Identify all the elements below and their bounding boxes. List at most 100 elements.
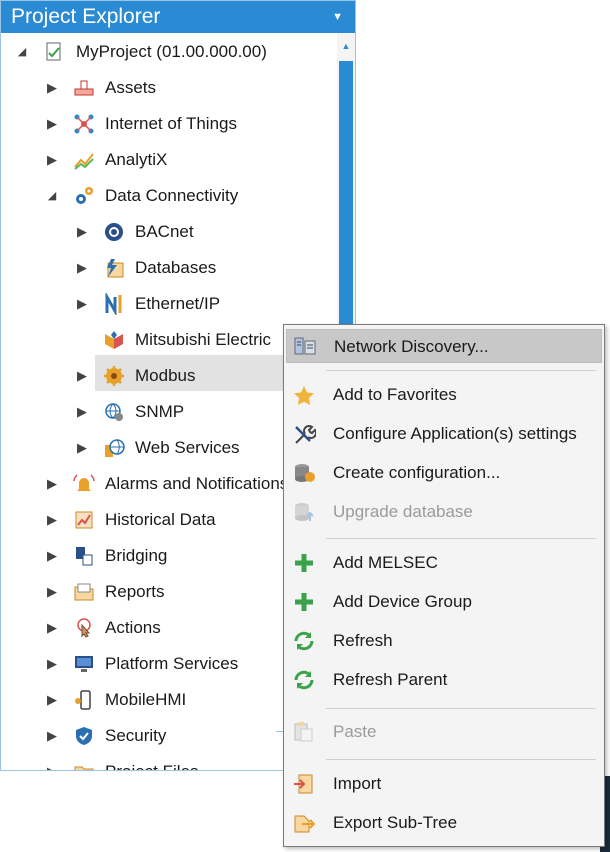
menu-item-label: Create configuration... <box>333 463 501 482</box>
tree-item-label: Reports <box>105 582 165 601</box>
expand-arrow-icon[interactable]: ▶ <box>45 655 59 673</box>
plus-icon <box>292 552 316 574</box>
alarm-icon <box>73 473 95 495</box>
network-discovery-icon <box>293 336 317 358</box>
refresh-icon <box>292 669 316 691</box>
menu-separator <box>326 759 596 760</box>
tree-item-label: Web Services <box>135 438 240 457</box>
expand-arrow-icon[interactable]: ▶ <box>45 583 59 601</box>
tree-item-label: Bridging <box>105 546 168 565</box>
mobile-icon <box>73 689 95 711</box>
export-icon <box>292 812 316 834</box>
tree-item-label: Platform Services <box>105 654 239 673</box>
expand-arrow-icon[interactable]: ▶ <box>45 475 59 493</box>
menu-separator <box>326 370 596 371</box>
menu-item-paste: Paste <box>286 715 602 749</box>
menu-item-network-discovery[interactable]: Network Discovery... <box>286 329 602 363</box>
expand-arrow-icon[interactable]: ▶ <box>45 691 59 709</box>
expand-arrow-icon[interactable]: ▶ <box>75 295 89 313</box>
panel-title: Project Explorer <box>11 5 161 28</box>
menu-item-configure-application-s-settings[interactable]: Configure Application(s) settings <box>286 417 602 451</box>
menu-item-label: Upgrade database <box>333 502 473 521</box>
tree-item-label: MobileHMI <box>105 690 187 709</box>
assets-icon <box>73 77 95 99</box>
expand-arrow-icon[interactable]: ▶ <box>45 763 59 770</box>
ethernet-icon <box>103 291 125 317</box>
tree-item-myproject-01-00-000-00[interactable]: ◢ MyProject (01.00.000.00) <box>1 35 337 69</box>
tree-item-bacnet[interactable]: ▶ BACnet <box>1 215 337 249</box>
expand-arrow-icon[interactable]: ▶ <box>75 259 89 277</box>
tree-item-data-connectivity[interactable]: ◢ Data Connectivity <box>1 179 337 213</box>
menu-item-label: Configure Application(s) settings <box>333 424 577 443</box>
menu-item-refresh-parent[interactable]: Refresh Parent <box>286 663 602 697</box>
snmp-icon <box>103 401 125 423</box>
menu-item-label: Network Discovery... <box>334 337 489 356</box>
bridging-icon <box>73 545 95 567</box>
expand-arrow-icon[interactable]: ▶ <box>45 79 59 97</box>
tree-item-label: SNMP <box>135 402 185 421</box>
iot-icon <box>73 113 95 135</box>
tree-item-label: Databases <box>135 258 217 277</box>
paste-icon <box>292 721 316 743</box>
tree-item-label: Data Connectivity <box>105 186 239 205</box>
security-icon <box>73 725 95 747</box>
tree-item-internet-of-things[interactable]: ▶ Internet of Things <box>1 107 337 141</box>
tree-item-label: Internet of Things <box>105 114 237 133</box>
database-create-icon <box>292 462 316 484</box>
tree-item-assets[interactable]: ▶ Assets <box>1 71 337 105</box>
collapse-arrow-icon[interactable]: ◢ <box>15 43 29 61</box>
menu-item-label: Paste <box>333 722 377 741</box>
expand-arrow-icon[interactable]: ▶ <box>75 403 89 421</box>
expand-arrow-icon[interactable]: ▶ <box>45 151 59 169</box>
project-icon <box>43 41 65 63</box>
tree-item-label: Actions <box>105 618 161 637</box>
tree-item-label: Ethernet/IP <box>135 294 221 313</box>
collapse-arrow-icon[interactable]: ◢ <box>45 187 59 205</box>
expand-arrow-icon[interactable]: ▶ <box>45 115 59 133</box>
tree-item-label: Mitsubishi Electric <box>135 330 272 349</box>
menu-item-add-to-favorites[interactable]: Add to Favorites <box>286 378 602 412</box>
expand-arrow-icon[interactable]: ▶ <box>75 367 89 385</box>
expand-arrow-icon[interactable]: ▶ <box>45 619 59 637</box>
expand-arrow-icon[interactable]: ▶ <box>45 727 59 745</box>
mitsubishi-icon <box>103 329 125 351</box>
tree-item-label: Alarms and Notifications <box>105 474 289 493</box>
tree-item-ethernet-ip[interactable]: ▶ Ethernet/IP <box>1 287 337 321</box>
refresh-icon <box>292 630 316 652</box>
tree-item-label: Historical Data <box>105 510 216 529</box>
tree-item-label: Security <box>105 726 167 745</box>
modbus-icon <box>103 365 125 387</box>
expand-arrow-icon[interactable]: ▶ <box>75 439 89 457</box>
tree-item-databases[interactable]: ▶ Databases <box>1 251 337 285</box>
scrollbar-thumb[interactable] <box>339 61 353 331</box>
menu-item-create-configuration[interactable]: Create configuration... <box>286 456 602 490</box>
tree-item-label: MyProject (01.00.000.00) <box>76 42 267 61</box>
tree-item-label: Assets <box>105 78 157 97</box>
panel-titlebar: Project Explorer ▼ <box>1 1 355 33</box>
database-upgrade-icon <box>292 501 316 523</box>
menu-item-import[interactable]: Import <box>286 767 602 801</box>
menu-item-export-sub-tree[interactable]: Export Sub-Tree <box>286 806 602 840</box>
gears-icon <box>73 185 95 207</box>
tree-item-label: Modbus <box>135 366 196 385</box>
tree-item-analytix[interactable]: ▶ AnalytiX <box>1 143 337 177</box>
menu-item-label: Refresh <box>333 631 393 650</box>
menu-item-refresh[interactable]: Refresh <box>286 624 602 658</box>
wrench-icon <box>292 423 317 445</box>
databases-icon <box>103 257 125 279</box>
menu-item-upgrade-database: Upgrade database <box>286 495 602 529</box>
analytix-icon <box>73 149 95 171</box>
menu-item-label: Add Device Group <box>333 592 472 611</box>
menu-item-add-device-group[interactable]: Add Device Group <box>286 585 602 619</box>
expand-arrow-icon[interactable]: ▶ <box>45 547 59 565</box>
panel-dropdown-icon[interactable]: ▼ <box>332 1 343 33</box>
files-icon <box>73 761 95 770</box>
historical-icon <box>73 509 95 531</box>
expand-arrow-icon[interactable]: ▶ <box>75 223 89 241</box>
menu-item-label: Import <box>333 774 382 793</box>
menu-item-add-melsec[interactable]: Add MELSEC <box>286 546 602 580</box>
expand-arrow-icon[interactable]: ▶ <box>45 511 59 529</box>
scroll-up-arrow-icon[interactable]: ▲ <box>337 37 355 55</box>
import-icon <box>292 773 316 795</box>
tree-item-label: AnalytiX <box>105 150 168 169</box>
